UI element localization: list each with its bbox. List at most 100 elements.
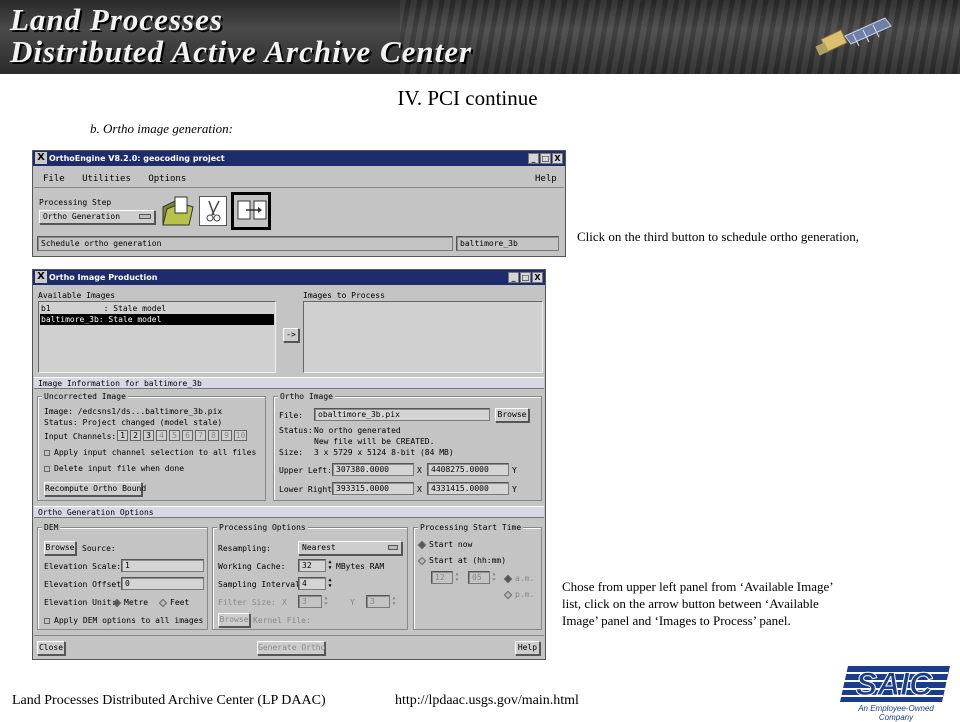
menu-options[interactable]: Options (148, 174, 186, 184)
radio-icon (503, 590, 513, 599)
radio-icon (417, 556, 427, 565)
uncorrected-image-path: Image: /edcsns1/ds...baltimore_3b.pix (44, 407, 223, 416)
help-button[interactable]: Help (515, 641, 540, 655)
recompute-ortho-bound-button[interactable]: Recompute Ortho Bound (44, 482, 146, 496)
channel-8-button[interactable]: 8 (208, 430, 219, 441)
lower-right-label: Lower Right: (279, 485, 337, 494)
channel-10-button[interactable]: 10 (234, 430, 247, 441)
ortho-status-label: Status: (279, 426, 313, 435)
elevation-scale-label: Elevation Scale: (44, 562, 122, 571)
channel-1-button[interactable]: 1 (117, 430, 128, 441)
maximize-button[interactable]: □ (540, 153, 551, 164)
option-menu-icon (139, 214, 151, 219)
apply-dem-checkbox[interactable]: Apply DEM options to all images (44, 616, 203, 626)
resampling-dropdown[interactable]: Nearest (298, 541, 402, 555)
channel-9-button[interactable]: 9 (221, 430, 232, 441)
upper-left-x-label: X (417, 466, 422, 475)
delete-input-checkbox[interactable]: Delete input file when done (44, 464, 184, 474)
processing-options-group: Processing Options Resampling: Nearest W… (212, 523, 408, 630)
generation-options-header: Ortho Generation Options (34, 506, 544, 518)
upper-left-x-input[interactable]: 307380.0000 (332, 463, 414, 476)
metre-radio[interactable]: Metre (112, 598, 148, 608)
saic-logo-text: SAIC (855, 666, 933, 702)
spin-arrows-icon[interactable]: ▲ ▼ (391, 595, 397, 607)
close-window-button[interactable]: X (552, 153, 563, 164)
elevation-offset-label: Elevation Offset: (44, 580, 126, 589)
images-to-process-list[interactable] (303, 301, 543, 373)
channel-3-button[interactable]: 3 (143, 430, 154, 441)
working-cache-input[interactable]: 32 (298, 559, 326, 572)
kernel-browse-button[interactable]: Browse (218, 613, 250, 627)
orthoengine-titlebar[interactable]: X OrthoEngine V8.2.0: geocoding project … (33, 151, 565, 166)
spin-arrows-icon[interactable]: ▲ ▼ (327, 559, 333, 571)
menu-file[interactable]: File (43, 174, 65, 184)
add-to-process-arrow-button[interactable]: -> (283, 328, 299, 342)
list-item[interactable]: b1 : Stale model (40, 304, 274, 314)
upper-left-y-input[interactable]: 4408275.0000 (427, 463, 509, 476)
checkbox-icon (44, 465, 50, 472)
lower-right-y-input[interactable]: 4331415.0000 (427, 482, 509, 495)
upper-left-y-label: Y (512, 466, 517, 475)
channel-4-button[interactable]: 4 (156, 430, 167, 441)
resampling-label: Resampling: (218, 544, 271, 553)
apply-channel-checkbox[interactable]: Apply input channel selection to all fil… (44, 448, 256, 458)
lower-right-y-label: Y (512, 485, 517, 494)
sampling-interval-input[interactable]: 4 (298, 577, 326, 590)
am-radio[interactable]: a.m. (503, 574, 534, 584)
processing-step-dropdown[interactable]: Ortho Generation (39, 210, 155, 224)
generate-ortho-button[interactable]: Generate Ortho (257, 641, 325, 655)
menu-help[interactable]: Help (535, 174, 557, 184)
start-hour-input[interactable]: 12 (431, 571, 453, 584)
spin-arrows-icon[interactable]: ▲ ▼ (454, 571, 460, 583)
note-line-3: Image’ panel and ‘Images to Process’ pan… (562, 613, 791, 628)
start-now-radio[interactable]: Start now (417, 540, 473, 550)
minimize-button[interactable]: _ (528, 153, 539, 164)
list-item-selected[interactable]: baltimore_3b: Stale model (40, 314, 274, 325)
available-images-list[interactable]: b1 : Stale model baltimore_3b: Stale mod… (38, 301, 276, 373)
filter-y-input[interactable]: 3 (366, 595, 390, 608)
channel-5-button[interactable]: 5 (169, 430, 180, 441)
start-at-radio[interactable]: Start at (hh:mm) (417, 556, 506, 566)
footer-text: Land Processes Distributed Archive Cente… (12, 693, 326, 708)
start-now-label: Start now (429, 540, 473, 549)
dem-label: DEM (42, 523, 61, 533)
spin-arrows-icon[interactable]: ▲ ▼ (491, 571, 497, 583)
ortho-generation-button[interactable] (231, 192, 271, 230)
menu-divider (34, 187, 564, 188)
filter-x-input[interactable]: 3 (298, 595, 322, 608)
ortho-file-browse-button[interactable]: Browse (495, 408, 529, 422)
pm-radio[interactable]: p.m. (503, 590, 534, 600)
dem-browse-button[interactable]: Browse (44, 541, 76, 555)
sampling-interval-label: Sampling Interval: (218, 580, 305, 589)
header-banner: Land Processes Distributed Active Archiv… (0, 0, 960, 74)
open-project-button[interactable] (161, 195, 195, 227)
lower-right-x-input[interactable]: 393315.0000 (332, 482, 414, 495)
uncorrected-image-group: Uncorrected Image Image: /edcsns1/ds...b… (37, 392, 266, 501)
spin-arrows-icon[interactable]: ▲ ▼ (323, 595, 329, 607)
gcp-edit-button[interactable] (199, 196, 227, 226)
feet-radio[interactable]: Feet (158, 598, 189, 608)
radio-icon (417, 540, 427, 549)
available-images-label: Available Images (38, 291, 116, 300)
minimize-button[interactable]: _ (508, 272, 519, 283)
menu-utilities[interactable]: Utilities (82, 174, 131, 184)
footer-url[interactable]: http://lpdaac.usgs.gov/main.html (395, 693, 579, 709)
radio-icon (158, 598, 168, 607)
elevation-scale-input[interactable]: 1 (121, 559, 204, 572)
spin-arrows-icon[interactable]: ▲ ▼ (327, 577, 333, 589)
channel-2-button[interactable]: 2 (130, 430, 141, 441)
maximize-button[interactable]: □ (520, 272, 531, 283)
file-label: File: (279, 411, 304, 420)
channel-7-button[interactable]: 7 (195, 430, 206, 441)
elevation-offset-input[interactable]: 0 (121, 577, 204, 590)
apply-dem-label: Apply DEM options to all images (54, 616, 204, 625)
dem-source-label: Source: (82, 544, 116, 553)
close-window-button[interactable]: X (532, 272, 543, 283)
ortho-file-input[interactable]: obaltimore_3b.pix (314, 408, 490, 421)
filter-y-label: Y (350, 598, 355, 607)
x-window-icon: X (35, 271, 47, 283)
channel-6-button[interactable]: 6 (182, 430, 193, 441)
start-minute-input[interactable]: 05 (468, 571, 490, 584)
ortho-production-titlebar[interactable]: X Ortho Image Production _ □ X (33, 270, 545, 285)
close-button[interactable]: Close (37, 641, 65, 655)
